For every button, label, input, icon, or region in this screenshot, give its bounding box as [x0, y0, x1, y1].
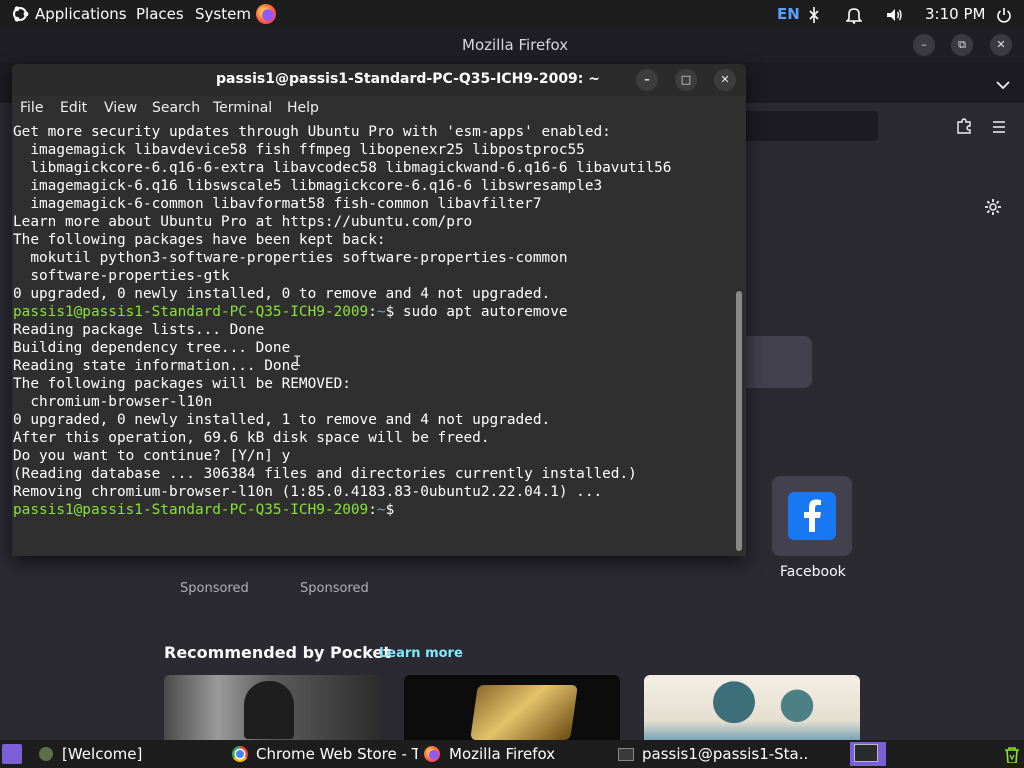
- show-desktop-icon[interactable]: [2, 744, 22, 764]
- bell-icon[interactable]: [845, 5, 863, 24]
- places-menu[interactable]: Places: [136, 0, 184, 28]
- story-image: [704, 679, 764, 737]
- chevron-down-icon[interactable]: [996, 75, 1010, 94]
- terminal-line: Reading state information... Done: [13, 358, 299, 374]
- sponsored-label: Sponsored: [300, 581, 369, 596]
- terminal-line: After this operation, 69.6 kB disk space…: [13, 430, 490, 446]
- menu-view[interactable]: View: [104, 100, 137, 116]
- firefox-launcher-icon[interactable]: [256, 4, 276, 24]
- trash-icon[interactable]: [1004, 745, 1020, 763]
- terminal-line: mokutil python3-software-properties soft…: [13, 250, 568, 266]
- terminal-scrollbar[interactable]: [736, 291, 742, 551]
- menu-file[interactable]: File: [20, 100, 43, 116]
- network-icon[interactable]: [806, 5, 822, 23]
- terminal-line: 0 upgraded, 0 newly installed, 1 to remo…: [13, 412, 551, 428]
- story-image: [244, 681, 294, 739]
- ubuntu-logo-icon[interactable]: [10, 4, 30, 24]
- terminal-line: Reading package lists... Done: [13, 322, 265, 338]
- maximize-button[interactable]: ⧉: [951, 34, 973, 56]
- terminal-titlebar[interactable]: passis1@passis1-Standard-PC-Q35-ICH9-200…: [12, 64, 746, 96]
- terminal-icon: [618, 748, 634, 761]
- taskbar-item-label: passis1@passis1-Sta...: [642, 745, 808, 763]
- pocket-learn-more-link[interactable]: Learn more: [379, 646, 463, 661]
- close-button[interactable]: ✕: [990, 34, 1012, 56]
- pocket-story-card[interactable]: [404, 675, 620, 740]
- terminal-line: Removing chromium-browser-l10n (1:85.0.4…: [13, 484, 603, 500]
- terminal-window-title: passis1@passis1-Standard-PC-Q35-ICH9-200…: [216, 71, 601, 87]
- menu-edit[interactable]: Edit: [60, 100, 87, 116]
- menu-search[interactable]: Search: [152, 100, 200, 116]
- pocket-story-card[interactable]: [644, 675, 860, 740]
- power-icon[interactable]: [996, 5, 1012, 23]
- terminal-line: Building dependency tree... Done: [13, 340, 291, 356]
- text-cursor-icon: I: [293, 354, 302, 370]
- taskbar-item-chrome-web-store[interactable]: Chrome Web Store - T...: [228, 740, 418, 768]
- taskbar-item-terminal[interactable]: passis1@passis1-Sta...: [612, 740, 808, 768]
- terminal-line: imagemagick libavdevice58 fish ffmpeg li…: [13, 142, 585, 158]
- terminal-line: The following packages have been kept ba…: [13, 232, 386, 248]
- terminal-line: imagemagick-6-common libavformat58 fish-…: [13, 196, 542, 212]
- firefox-titlebar: Mozilla Firefox – ⧉ ✕: [0, 28, 1024, 63]
- menu-terminal[interactable]: Terminal: [213, 100, 272, 116]
- facebook-shortcut-label: Facebook: [780, 564, 846, 580]
- prompt-user: passis1@passis1-Standard-PC-Q35-ICH9-200…: [13, 304, 369, 320]
- system-menu[interactable]: System: [195, 0, 251, 28]
- sponsored-label: Sponsored: [180, 581, 249, 596]
- pocket-heading: Recommended by Pocket: [164, 643, 391, 662]
- prompt-path: ~: [376, 304, 386, 320]
- menu-help[interactable]: Help: [287, 100, 319, 116]
- terminal-icon: [854, 744, 878, 762]
- terminal-command: sudo apt autoremove: [402, 304, 568, 320]
- hamburger-icon[interactable]: [992, 119, 1006, 138]
- terminal-close-button[interactable]: ✕: [714, 69, 736, 91]
- minimize-button[interactable]: –: [913, 34, 935, 56]
- terminal-window: passis1@passis1-Standard-PC-Q35-ICH9-200…: [12, 64, 746, 556]
- terminal-line: 0 upgraded, 0 newly installed, 0 to remo…: [13, 286, 551, 302]
- terminal-maximize-button[interactable]: □: [675, 69, 697, 91]
- keyboard-layout-indicator[interactable]: EN: [777, 0, 800, 28]
- chrome-icon: [232, 746, 248, 762]
- pocket-story-card[interactable]: [164, 675, 380, 740]
- terminal-line: Get more security updates through Ubuntu…: [13, 124, 611, 140]
- terminal-line: Do you want to continue? [Y/n] y: [13, 448, 291, 464]
- gear-icon[interactable]: [984, 198, 1002, 220]
- bottom-panel: [Welcome] Chrome Web Store - T... Mozill…: [0, 740, 1024, 768]
- facebook-icon: [788, 492, 836, 540]
- terminal-menubar: File Edit View Search Terminal Help: [12, 96, 746, 120]
- taskbar-item-firefox[interactable]: Mozilla Firefox: [420, 740, 610, 768]
- prompt-path: ~: [376, 502, 386, 518]
- taskbar-item-label: [Welcome]: [62, 745, 143, 763]
- story-image: [470, 685, 578, 740]
- firefox-icon: [424, 746, 440, 762]
- taskbar-item-label: Mozilla Firefox: [449, 745, 556, 763]
- terminal-line: libmagickcore-6.q16-6-extra libavcodec58…: [13, 160, 672, 176]
- terminal-output[interactable]: Get more security updates through Ubuntu…: [12, 120, 732, 556]
- workspace-switcher[interactable]: [850, 742, 886, 766]
- facebook-shortcut-tile[interactable]: [772, 476, 852, 556]
- taskbar-item-label: Chrome Web Store - T...: [256, 745, 418, 763]
- speaker-icon[interactable]: [885, 5, 903, 23]
- terminal-line: chromium-browser-l10n: [13, 394, 213, 410]
- applications-menu[interactable]: Applications: [35, 0, 127, 28]
- terminal-line: software-properties-gtk: [13, 268, 230, 284]
- terminal-line: The following packages will be REMOVED:: [13, 376, 351, 392]
- terminal-line: Learn more about Ubuntu Pro at https://u…: [13, 214, 473, 230]
- url-bar[interactable]: [740, 111, 878, 141]
- puzzle-icon[interactable]: [956, 118, 972, 138]
- terminal-line: (Reading database ... 306384 files and d…: [13, 466, 637, 482]
- app-icon: [39, 747, 53, 761]
- terminal-line: imagemagick-6.q16 libswscale5 libmagickc…: [13, 178, 603, 194]
- taskbar-item-welcome[interactable]: [Welcome]: [34, 740, 219, 768]
- prompt-user: passis1@passis1-Standard-PC-Q35-ICH9-200…: [13, 502, 369, 518]
- story-image: [772, 685, 822, 737]
- top-panel: Applications Places System EN 3:10 PM: [0, 0, 1024, 28]
- terminal-minimize-button[interactable]: –: [636, 69, 658, 91]
- clock[interactable]: 3:10 PM: [925, 0, 985, 28]
- firefox-window-title: Mozilla Firefox: [462, 36, 569, 54]
